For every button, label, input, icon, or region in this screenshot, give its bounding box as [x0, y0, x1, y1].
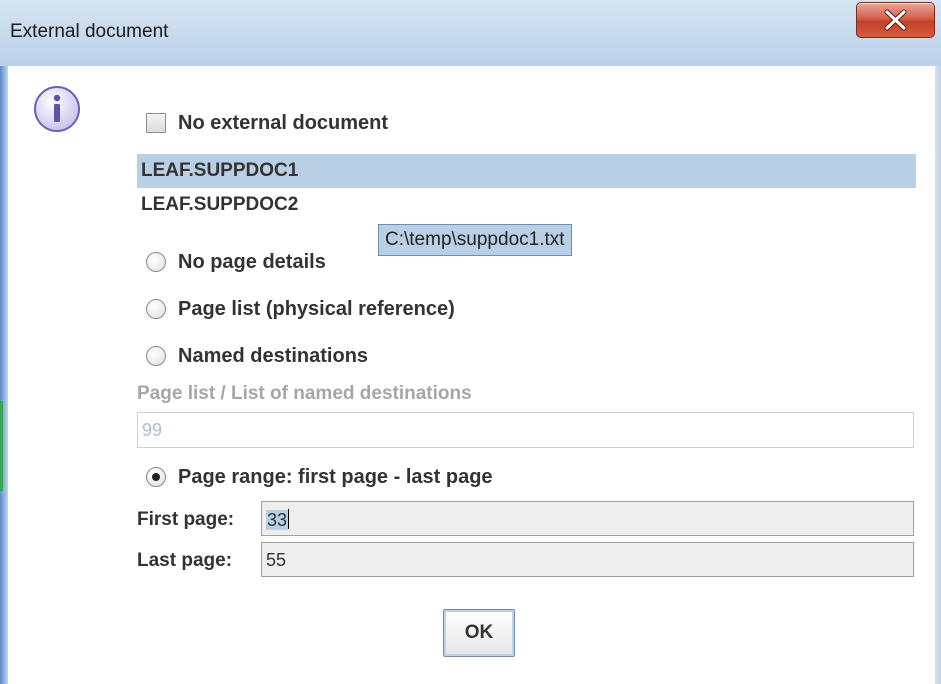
last-page-label: Last page:	[137, 550, 233, 571]
radio-button[interactable]	[146, 346, 166, 366]
no-external-document-checkbox[interactable]: No external document	[146, 108, 388, 138]
list-item[interactable]: LEAF.SUPPDOC2	[137, 188, 916, 222]
radio-button[interactable]	[146, 467, 166, 487]
text-caret	[288, 509, 290, 529]
first-page-input[interactable]: 33	[261, 501, 914, 536]
radio-label: No page details	[178, 250, 326, 273]
window-title: External document	[10, 21, 169, 42]
radio-label: Named destinations	[178, 344, 369, 367]
page-list-input: 99	[137, 412, 914, 448]
checkbox-box[interactable]	[146, 113, 166, 133]
window-right-border	[935, 66, 941, 684]
close-x-icon	[884, 9, 907, 31]
title-bar[interactable]: External document	[0, 0, 941, 67]
no-page-details-radio[interactable]: No page details	[146, 247, 326, 277]
named-destinations-radio[interactable]: Named destinations	[146, 341, 368, 371]
radio-label: Page list (physical reference)	[178, 297, 455, 320]
info-icon	[34, 86, 80, 132]
list-item[interactable]: LEAF.SUPPDOC1	[137, 154, 916, 188]
page-range-radio[interactable]: Page range: first page - last page	[146, 462, 493, 492]
window-left-border	[0, 66, 8, 684]
page-list-label: Page list / List of named destinations	[137, 383, 472, 404]
ok-button[interactable]: OK	[443, 609, 515, 657]
radio-label: Page range: first page - last page	[178, 465, 493, 488]
page-list-radio[interactable]: Page list (physical reference)	[146, 294, 455, 324]
first-page-label: First page:	[137, 509, 235, 530]
radio-button[interactable]	[146, 252, 166, 272]
radio-button[interactable]	[146, 299, 166, 319]
document-list[interactable]: LEAF.SUPPDOC1 LEAF.SUPPDOC2	[137, 154, 916, 224]
last-page-input[interactable]: 55	[261, 542, 914, 577]
file-path-tooltip: C:\temp\suppdoc1.txt	[378, 224, 572, 256]
checkbox-label: No external document	[178, 111, 389, 134]
close-button[interactable]	[856, 2, 935, 38]
first-page-value: 33	[266, 510, 289, 530]
